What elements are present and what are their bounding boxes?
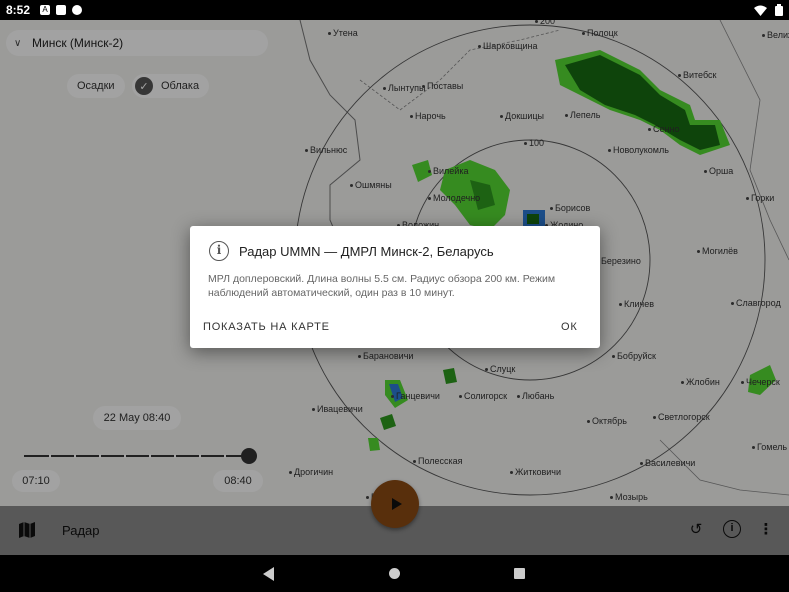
- back-icon[interactable]: [263, 567, 274, 581]
- radar-info-dialog: i Радар UMMN — ДМРЛ Минск-2, Беларусь МР…: [190, 226, 600, 348]
- recents-icon[interactable]: [514, 568, 525, 579]
- info-icon: i: [209, 241, 229, 261]
- dialog-title: Радар UMMN — ДМРЛ Минск-2, Беларусь: [239, 244, 494, 259]
- home-icon[interactable]: [389, 568, 400, 579]
- sd-card-icon: [56, 5, 67, 15]
- system-nav-bar: [0, 555, 789, 592]
- ok-button[interactable]: ОК: [561, 321, 578, 333]
- wifi-icon: [754, 5, 767, 16]
- status-time: 8:52: [6, 3, 31, 17]
- battery-icon: [775, 4, 783, 16]
- sync-icon: [72, 5, 83, 15]
- dialog-body: МРЛ доплеровский. Длина волны 5.5 см. Ра…: [208, 273, 556, 299]
- show-on-map-button[interactable]: ПОКАЗАТЬ НА КАРТЕ: [203, 321, 330, 333]
- notification-a-icon: A: [40, 5, 51, 15]
- status-bar: 8:52 A: [0, 0, 789, 20]
